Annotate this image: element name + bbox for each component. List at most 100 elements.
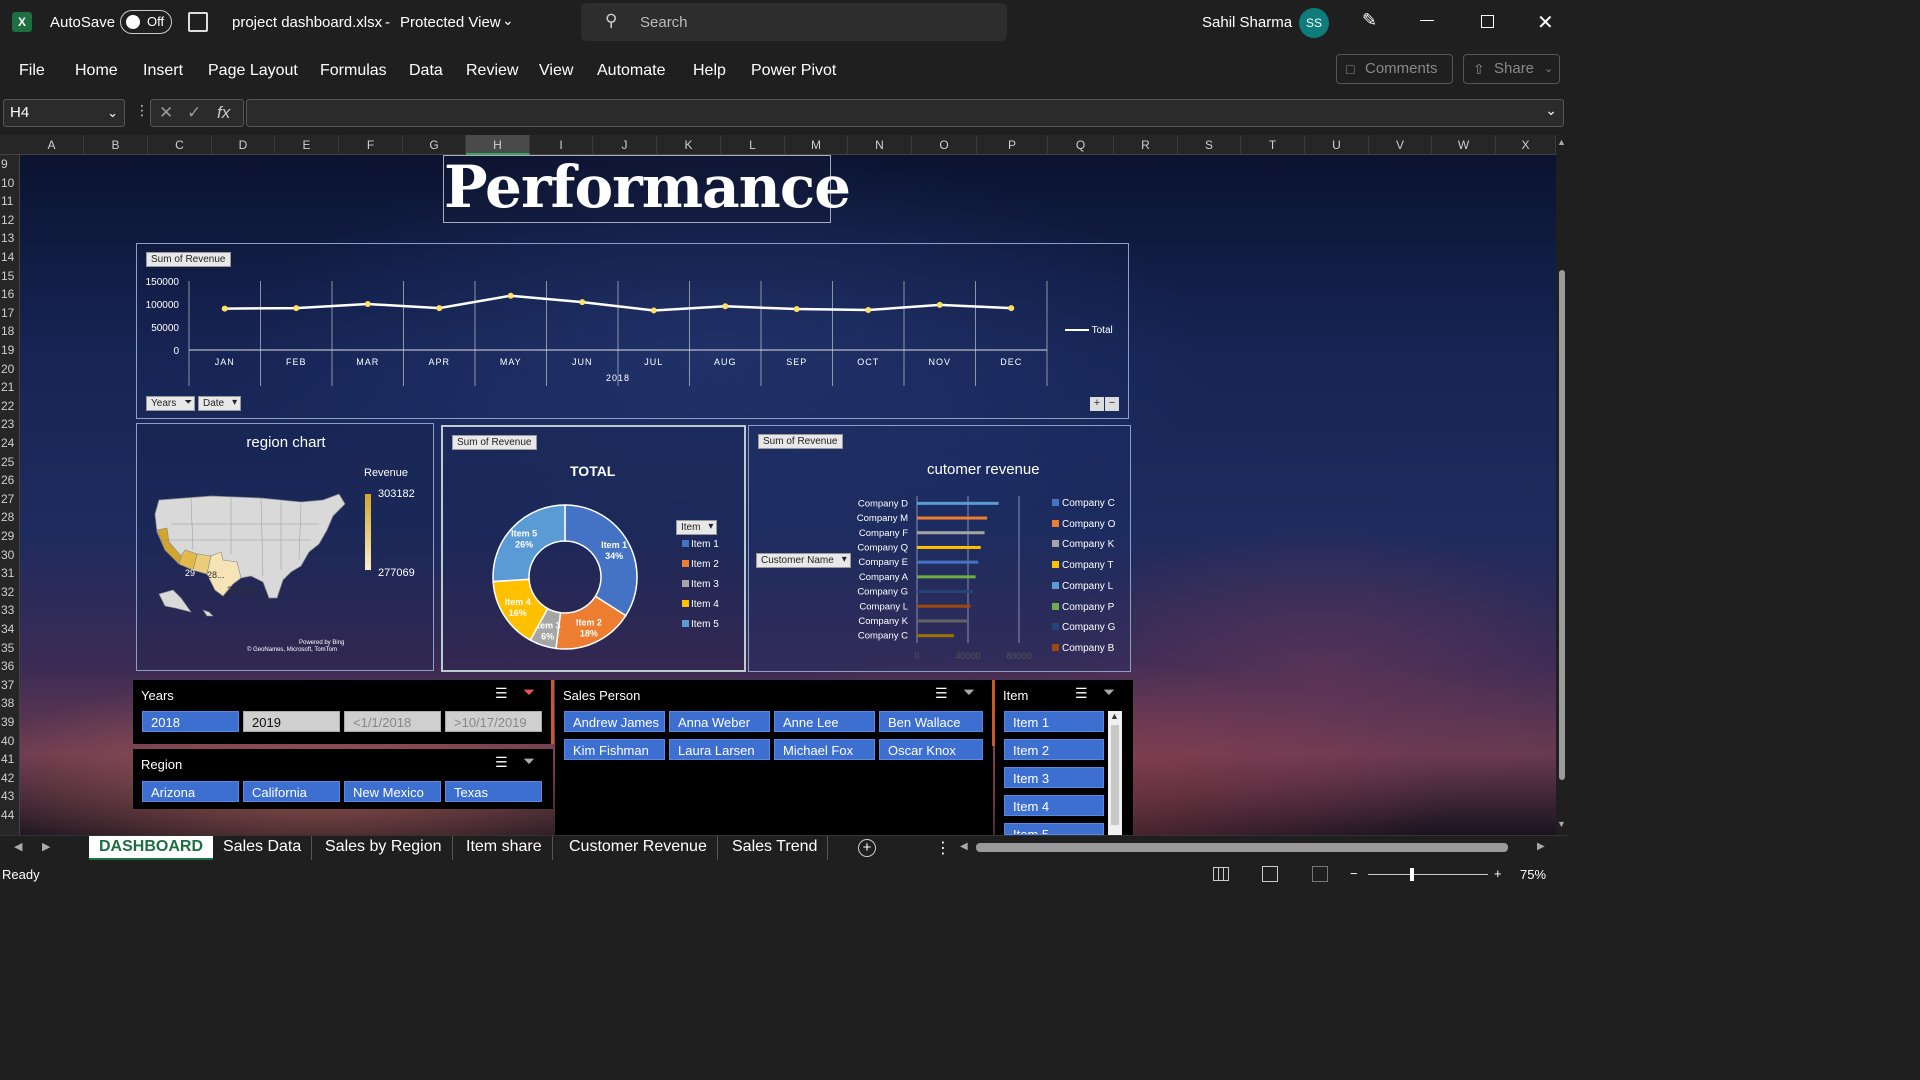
row-header-43[interactable]: 43 <box>0 787 20 805</box>
row-header-19[interactable]: 19 <box>0 341 20 359</box>
slicer-person-anne-lee[interactable]: Anne Lee <box>774 711 875 732</box>
add-sheet-icon[interactable]: + <box>858 839 876 857</box>
row-header-15[interactable]: 15 <box>0 267 20 285</box>
zoom-in-icon[interactable]: + <box>1494 866 1502 881</box>
slicer-scrollbar[interactable]: ▲ <box>1108 711 1122 835</box>
column-header-e[interactable]: E <box>275 135 339 155</box>
slicer-item-3[interactable]: Item 3 <box>1004 767 1104 788</box>
clear-filter-icon[interactable]: ⏷ <box>523 684 535 701</box>
slicer-year-after[interactable]: >10/17/2019 <box>445 711 542 732</box>
slicer-year-2018[interactable]: 2018 <box>142 711 239 732</box>
row-header-41[interactable]: 41 <box>0 750 20 768</box>
zoom-slider[interactable] <box>1368 868 1488 881</box>
zoom-out-icon[interactable]: − <box>1350 866 1358 881</box>
slicer-person-laura-larsen[interactable]: Laura Larsen <box>669 739 770 760</box>
column-header-h[interactable]: H <box>466 135 530 155</box>
column-header-k[interactable]: K <box>657 135 721 155</box>
slicer-person-oscar-knox[interactable]: Oscar Knox <box>879 739 983 760</box>
expand-button[interactable]: + <box>1090 397 1104 411</box>
chevron-down-icon[interactable]: ⌄ <box>107 100 118 126</box>
clear-filter-icon[interactable]: ⏷ <box>1103 684 1115 701</box>
menu-data[interactable]: Data <box>409 62 443 80</box>
menu-review[interactable]: Review <box>466 62 518 80</box>
scroll-down-icon[interactable]: ▼ <box>1557 819 1566 829</box>
column-header-w[interactable]: W <box>1432 135 1496 155</box>
scroll-up-icon[interactable]: ▲ <box>1110 711 1119 721</box>
multi-select-icon[interactable]: ☰ <box>495 685 508 702</box>
view-mode[interactable]: Protected View <box>400 14 501 31</box>
function-icon[interactable]: fx <box>217 103 230 123</box>
normal-view-icon[interactable] <box>1213 867 1229 881</box>
column-header-a[interactable]: A <box>20 135 84 155</box>
cancel-icon[interactable]: ✕ <box>159 103 173 123</box>
avatar[interactable]: SS <box>1299 8 1329 38</box>
row-header-44[interactable]: 44 <box>0 806 20 824</box>
column-header-j[interactable]: J <box>593 135 657 155</box>
column-header-x[interactable]: X <box>1496 135 1556 155</box>
row-header-11[interactable]: 11 <box>0 192 20 210</box>
tab-item-share[interactable]: Item share <box>456 836 553 860</box>
column-header-q[interactable]: Q <box>1048 135 1114 155</box>
slicer-region-california[interactable]: California <box>243 781 340 802</box>
tab-sales-trend[interactable]: Sales Trend <box>722 836 829 860</box>
column-header-b[interactable]: B <box>84 135 148 155</box>
maximize-icon[interactable] <box>1481 15 1494 28</box>
slicer-person-ben-wallace[interactable]: Ben Wallace <box>879 711 983 732</box>
row-header-35[interactable]: 35 <box>0 639 20 657</box>
column-header-d[interactable]: D <box>212 135 275 155</box>
row-header-28[interactable]: 28 <box>0 508 20 526</box>
row-header-17[interactable]: 17 <box>0 304 20 322</box>
customer-revenue-panel[interactable]: Sum of Revenue cutomer revenue Customer … <box>748 425 1131 672</box>
multi-select-icon[interactable]: ☰ <box>935 685 948 702</box>
row-header-37[interactable]: 37 <box>0 676 20 694</box>
slicer-item-2[interactable]: Item 2 <box>1004 739 1104 760</box>
years-filter-button[interactable]: Years ⏷ <box>146 396 196 411</box>
chevron-down-icon[interactable]: ⌄ <box>1545 102 1557 119</box>
slicer-region-arizona[interactable]: Arizona <box>142 781 239 802</box>
column-header-m[interactable]: M <box>785 135 848 155</box>
row-header-25[interactable]: 25 <box>0 453 20 471</box>
row-header-26[interactable]: 26 <box>0 471 20 489</box>
page-layout-icon[interactable] <box>1262 866 1278 882</box>
multi-select-icon[interactable]: ☰ <box>1075 685 1088 702</box>
slicer-year-before[interactable]: <1/1/2018 <box>344 711 441 732</box>
close-icon[interactable]: ✕ <box>1537 10 1554 35</box>
search-box[interactable]: ⚲ Search <box>581 3 1007 41</box>
next-sheet-icon[interactable]: ▶ <box>42 840 50 853</box>
menu-help[interactable]: Help <box>693 62 726 80</box>
chevron-down-icon[interactable]: ⌄ <box>502 12 514 29</box>
row-header-23[interactable]: 23 <box>0 415 20 433</box>
scroll-left-icon[interactable]: ◀ <box>960 841 968 852</box>
row-header-40[interactable]: 40 <box>0 732 20 750</box>
row-header-13[interactable]: 13 <box>0 229 20 247</box>
row-header-21[interactable]: 21 <box>0 378 20 396</box>
slicer-person-michael-fox[interactable]: Michael Fox <box>774 739 875 760</box>
row-header-39[interactable]: 39 <box>0 713 20 731</box>
row-header-22[interactable]: 22 <box>0 397 20 415</box>
item-filter-button[interactable]: Item ▾ <box>676 520 718 535</box>
formula-input[interactable]: ⌄ <box>246 99 1564 127</box>
vertical-scrollbar[interactable]: ▲ ▼ <box>1556 135 1568 835</box>
collapse-button[interactable]: − <box>1105 397 1119 411</box>
tab-sales-by-region[interactable]: Sales by Region <box>315 836 453 860</box>
chevron-down-icon[interactable]: ⌄ <box>1544 55 1553 83</box>
row-header-10[interactable]: 10 <box>0 174 20 192</box>
slicer-region-texas[interactable]: Texas <box>445 781 542 802</box>
pen-icon[interactable]: ✎ <box>1362 10 1377 31</box>
row-header-29[interactable]: 29 <box>0 527 20 545</box>
horizontal-scrollbar[interactable] <box>976 843 1508 852</box>
date-filter-button[interactable]: Date ▾ <box>198 396 242 411</box>
row-header-31[interactable]: 31 <box>0 564 20 582</box>
column-header-v[interactable]: V <box>1369 135 1432 155</box>
zoom-level[interactable]: 75% <box>1520 867 1546 882</box>
scroll-up-icon[interactable]: ▲ <box>1557 137 1566 147</box>
row-header-9[interactable]: 9 <box>0 155 20 173</box>
menu-power-pivot[interactable]: Power Pivot <box>751 62 836 80</box>
slicer-person-kim-fishman[interactable]: Kim Fishman <box>564 739 665 760</box>
check-icon[interactable]: ✓ <box>187 103 201 123</box>
tab-sales-data[interactable]: Sales Data <box>213 836 313 860</box>
tab-customer-revenue[interactable]: Customer Revenue <box>559 836 718 860</box>
scroll-right-icon[interactable]: ▶ <box>1537 841 1545 852</box>
column-header-u[interactable]: U <box>1305 135 1369 155</box>
name-box[interactable]: H4 ⌄ <box>3 99 125 127</box>
